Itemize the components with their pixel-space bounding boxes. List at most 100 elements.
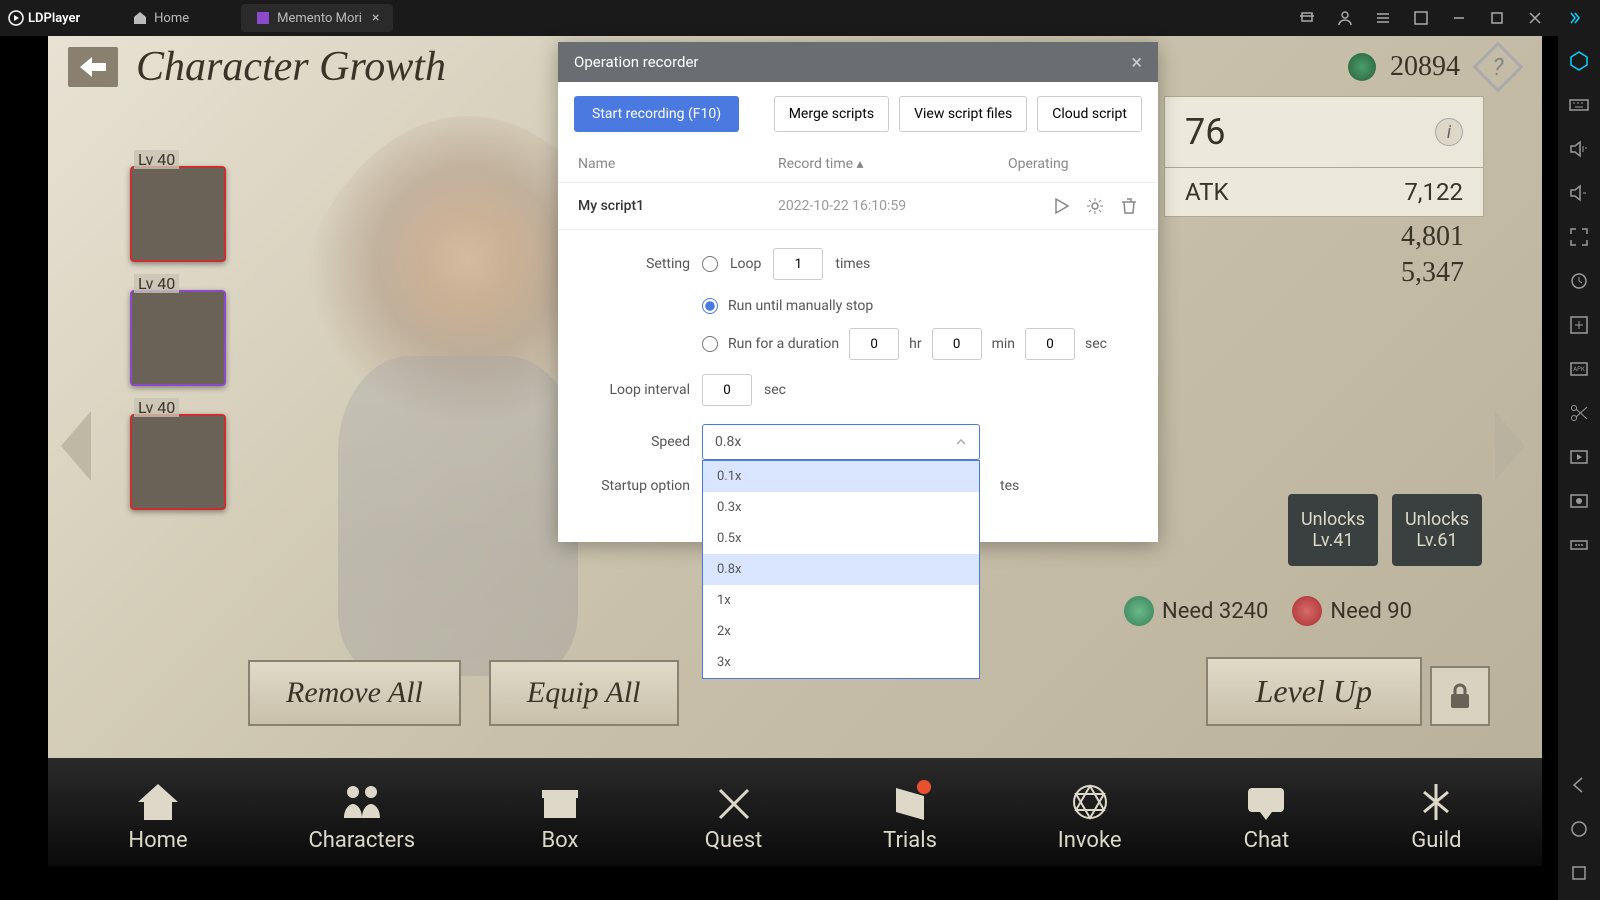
speed-option[interactable]: 2x — [703, 616, 979, 647]
nav-guild[interactable]: Guild — [1411, 780, 1461, 853]
merge-scripts-button[interactable]: Merge scripts — [774, 96, 889, 132]
script-row[interactable]: My script1 2022-10-22 16:10:59 — [558, 183, 1158, 230]
nav-quest[interactable]: Quest — [705, 780, 762, 853]
home-icon — [134, 780, 182, 824]
chevron-up-icon — [955, 436, 967, 448]
speed-option[interactable]: 0.8x — [703, 554, 979, 585]
tab-close-icon[interactable]: × — [372, 10, 379, 26]
equip-level-badge: Lv 40 — [134, 398, 179, 417]
invoke-icon — [1066, 780, 1114, 824]
info-icon[interactable]: i — [1435, 118, 1463, 146]
apk-icon[interactable]: APK — [1568, 358, 1590, 380]
stat-main-value: 76 — [1185, 111, 1225, 153]
loop-radio[interactable] — [702, 256, 718, 272]
col-name: Name — [578, 156, 778, 172]
table-header: Name Record time ▴ Operating — [558, 146, 1158, 183]
rotate-icon[interactable] — [1568, 270, 1590, 292]
next-character-arrow[interactable] — [1490, 406, 1530, 486]
currency-orb-icon — [1348, 53, 1376, 81]
start-recording-button[interactable]: Start recording (F10) — [574, 96, 739, 132]
hexagon-icon[interactable] — [1568, 50, 1590, 72]
characters-icon — [338, 780, 386, 824]
add-icon[interactable] — [1568, 314, 1590, 336]
back-button[interactable] — [68, 47, 118, 87]
speed-option[interactable]: 0.3x — [703, 492, 979, 523]
atk-value: 7,122 — [1404, 178, 1463, 206]
expand-icon[interactable] — [1568, 226, 1590, 248]
more-icon[interactable] — [1568, 534, 1590, 556]
equip-all-button[interactable]: Equip All — [489, 660, 679, 726]
bottom-nav: Home Characters Box Quest Trials Invoke … — [48, 758, 1542, 866]
collapse-sidebar-icon[interactable] — [1554, 0, 1592, 36]
trash-icon[interactable] — [1120, 197, 1138, 215]
need-text: Need 90 — [1330, 599, 1412, 624]
unlock-button[interactable]: Unlocks Lv.61 — [1392, 494, 1482, 566]
scissors-icon[interactable] — [1568, 402, 1590, 424]
nav-home[interactable]: Home — [128, 780, 187, 853]
speed-value: 0.8x — [715, 434, 741, 450]
volume-up-icon[interactable] — [1568, 138, 1590, 160]
discord-icon[interactable] — [1288, 0, 1326, 36]
volume-down-icon[interactable] — [1568, 182, 1590, 204]
tab-game[interactable]: Memento Mori × — [241, 4, 393, 32]
dialog-header[interactable]: Operation recorder × — [558, 42, 1158, 82]
guild-icon — [1412, 780, 1460, 824]
unlock-button[interactable]: Unlocks Lv.41 — [1288, 494, 1378, 566]
minimize-icon[interactable] — [1440, 0, 1478, 36]
svg-text:APK: APK — [1573, 366, 1585, 373]
run-duration-radio[interactable] — [702, 336, 718, 352]
record-icon[interactable] — [1568, 490, 1590, 512]
close-icon[interactable]: × — [1131, 50, 1142, 74]
titlebar: LDPlayer Home Memento Mori × — [0, 0, 1600, 36]
stat-main: 76 i — [1164, 96, 1484, 168]
equipment-slot[interactable]: Lv 40 — [130, 290, 226, 386]
tab-home[interactable]: Home — [118, 4, 203, 32]
duration-min-input[interactable] — [932, 328, 982, 360]
keyboard-icon[interactable] — [1568, 94, 1590, 116]
run-until-stop-radio[interactable] — [702, 298, 718, 314]
fullscreen-icon[interactable] — [1402, 0, 1440, 36]
col-time[interactable]: Record time ▴ — [778, 156, 1008, 172]
nav-chat[interactable]: Chat — [1242, 780, 1290, 853]
atk-label: ATK — [1185, 178, 1229, 206]
home-icon — [132, 10, 148, 26]
user-icon[interactable] — [1326, 0, 1364, 36]
header-currency: 20894 — [1348, 43, 1522, 91]
speed-option[interactable]: 3x — [703, 647, 979, 678]
nav-back-icon[interactable] — [1568, 774, 1590, 796]
help-diamond-icon[interactable] — [1474, 43, 1522, 91]
loop-times-input[interactable] — [773, 248, 823, 280]
view-scripts-button[interactable]: View script files — [899, 96, 1027, 132]
lock-button[interactable] — [1430, 666, 1490, 726]
nav-box[interactable]: Box — [536, 780, 584, 853]
run-until-stop-label: Run until manually stop — [728, 298, 873, 314]
speed-option[interactable]: 1x — [703, 585, 979, 616]
speed-option[interactable]: 0.5x — [703, 523, 979, 554]
nav-trials[interactable]: Trials — [883, 780, 937, 853]
duration-hr-input[interactable] — [849, 328, 899, 360]
equip-actions: Remove All Equip All — [248, 660, 679, 726]
box-icon — [536, 780, 584, 824]
nav-invoke[interactable]: Invoke — [1058, 780, 1122, 853]
speed-option[interactable]: 0.1x — [703, 461, 979, 492]
equipment-slot[interactable]: Lv 40 — [130, 414, 226, 510]
nav-recent-icon[interactable] — [1568, 862, 1590, 884]
startup-option-label: Startup option — [580, 478, 690, 494]
remove-all-button[interactable]: Remove All — [248, 660, 461, 726]
maximize-icon[interactable] — [1478, 0, 1516, 36]
play-icon[interactable] — [1052, 197, 1070, 215]
prev-character-arrow[interactable] — [56, 406, 96, 486]
stat-panel: 76 i ATK 7,122 4,801 5,347 — [1164, 96, 1484, 289]
level-up-button[interactable]: Level Up — [1206, 657, 1422, 726]
loop-interval-input[interactable] — [702, 374, 752, 406]
close-icon[interactable] — [1516, 0, 1554, 36]
duration-sec-input[interactable] — [1025, 328, 1075, 360]
video-icon[interactable] — [1568, 446, 1590, 468]
gear-icon[interactable] — [1086, 197, 1104, 215]
nav-characters[interactable]: Characters — [308, 780, 415, 853]
cloud-script-button[interactable]: Cloud script — [1037, 96, 1142, 132]
speed-select[interactable]: 0.8x 0.1x 0.3x 0.5x 0.8x 1x 2x 3x — [702, 424, 980, 460]
equipment-slot[interactable]: Lv 40 — [130, 166, 226, 262]
nav-home-icon[interactable] — [1568, 818, 1590, 840]
menu-icon[interactable] — [1364, 0, 1402, 36]
